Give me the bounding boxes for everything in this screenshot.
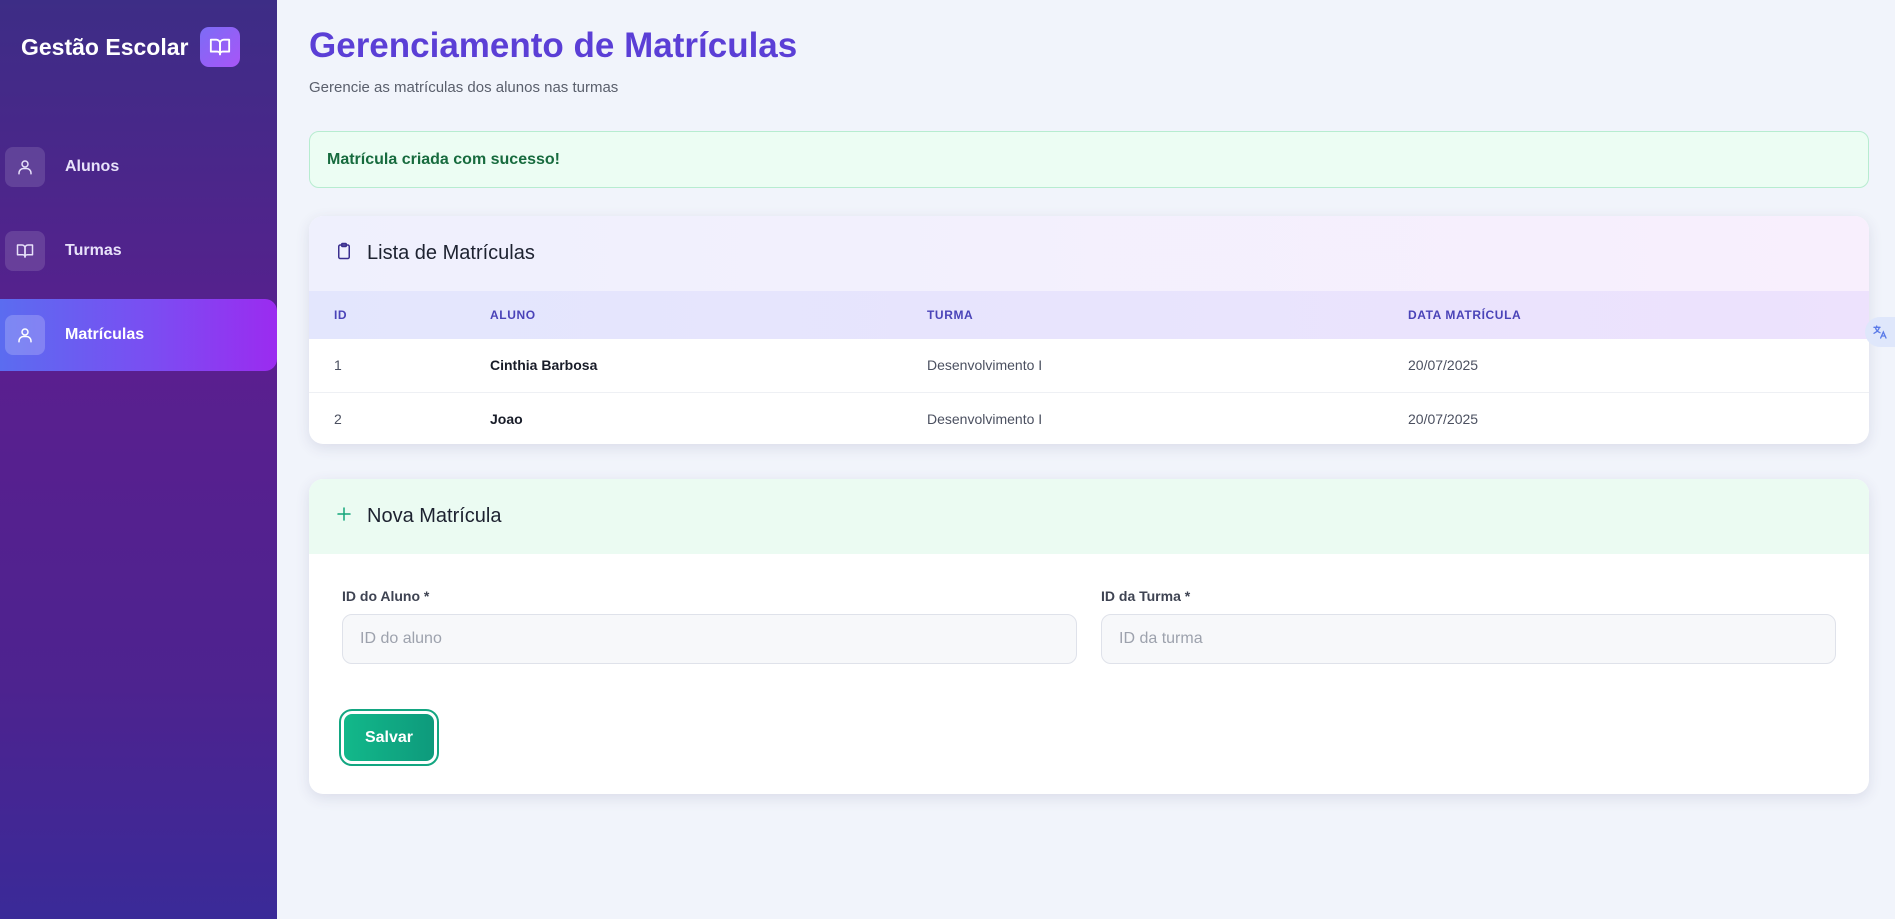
card-header: Lista de Matrículas — [309, 216, 1869, 291]
sidebar-item-turmas[interactable]: Turmas — [0, 215, 277, 287]
column-header-data: DATA MATRÍCULA — [1408, 308, 1522, 322]
table-row: 1 Cinthia Barbosa Desenvolvimento I 20/0… — [309, 339, 1869, 392]
aluno-id-input[interactable] — [342, 614, 1077, 664]
card-title: Lista de Matrículas — [367, 242, 535, 264]
column-header-id: ID — [334, 308, 348, 322]
cell-data: 20/07/2025 — [1408, 410, 1479, 427]
aluno-id-label: ID do Aluno * — [342, 588, 430, 604]
book-open-icon — [200, 27, 241, 67]
column-header-turma: TURMA — [927, 308, 974, 322]
sidebar-item-label: Turmas — [65, 242, 122, 259]
user-icon — [5, 147, 45, 187]
new-enrollment-card: Nova Matrícula ID do Aluno * ID da Turma… — [309, 479, 1869, 794]
cell-id: 1 — [334, 357, 342, 374]
brand-title: Gestão Escolar — [21, 33, 189, 60]
table-header-row: ID ALUNO TURMA DATA MATRÍCULA — [309, 291, 1869, 339]
success-alert: Matrícula criada com sucesso! — [309, 131, 1869, 188]
card-title: Nova Matrícula — [367, 505, 502, 527]
book-open-icon — [5, 231, 45, 271]
page-title: Gerenciamento de Matrículas — [309, 26, 798, 65]
plus-icon — [335, 505, 353, 529]
translate-icon[interactable] — [1865, 317, 1895, 347]
turma-id-label: ID da Turma * — [1101, 588, 1191, 604]
user-icon — [5, 315, 45, 355]
table-row: 2 Joao Desenvolvimento I 20/07/2025 — [309, 392, 1869, 444]
cell-turma: Desenvolvimento I — [927, 357, 1043, 374]
page-subtitle: Gerencie as matrículas dos alunos nas tu… — [309, 79, 619, 96]
cell-aluno: Cinthia Barbosa — [490, 357, 598, 374]
enrollment-table: ID ALUNO TURMA DATA MATRÍCULA 1 Cinthia … — [309, 291, 1869, 444]
clipboard-icon — [335, 241, 353, 267]
card-header: Nova Matrícula — [309, 479, 1869, 554]
turma-id-input[interactable] — [1101, 614, 1836, 664]
cell-id: 2 — [334, 410, 342, 427]
alert-message: Matrícula criada com sucesso! — [327, 150, 560, 168]
cell-turma: Desenvolvimento I — [927, 410, 1043, 427]
sidebar: Gestão Escolar Alunos Turmas Matrículas — [0, 0, 277, 919]
cell-data: 20/07/2025 — [1408, 357, 1479, 374]
sidebar-item-alunos[interactable]: Alunos — [0, 131, 277, 203]
sidebar-item-label: Alunos — [65, 158, 120, 175]
brand: Gestão Escolar — [21, 27, 241, 67]
sidebar-item-label: Matrículas — [65, 326, 145, 343]
save-button[interactable]: Salvar — [339, 709, 439, 766]
enrollment-list-card: Lista de Matrículas ID ALUNO TURMA DATA … — [309, 216, 1869, 444]
sidebar-item-matriculas[interactable]: Matrículas — [0, 299, 277, 371]
cell-aluno: Joao — [490, 410, 523, 427]
column-header-aluno: ALUNO — [490, 308, 536, 322]
